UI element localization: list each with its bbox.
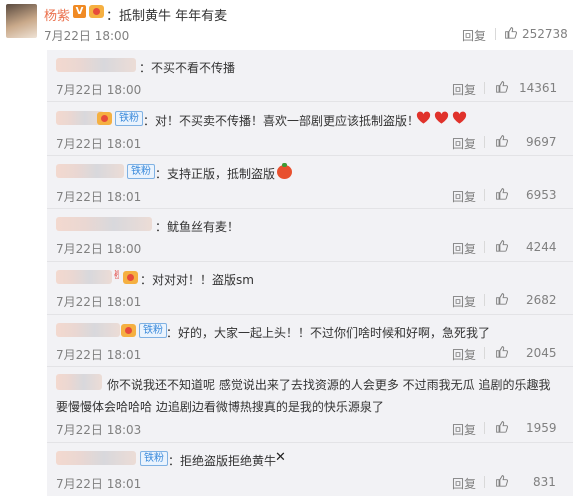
red-heart-icon bbox=[416, 111, 431, 124]
divider bbox=[47, 366, 573, 367]
fan-badge: 铁粉 bbox=[139, 323, 167, 338]
thumbs-up-icon[interactable] bbox=[495, 134, 508, 147]
reply-text: ：对！不买卖不传播！喜欢一部剧更应该抵制盗版！ bbox=[143, 114, 420, 128]
like-count: 9697 bbox=[526, 135, 557, 149]
wave-icon: ✌ bbox=[112, 268, 123, 282]
thumbs-up-icon[interactable] bbox=[495, 239, 508, 252]
divider bbox=[484, 136, 485, 148]
reply-button[interactable]: 回复 bbox=[452, 421, 476, 438]
tomato-icon bbox=[277, 163, 292, 179]
avatar[interactable] bbox=[6, 4, 37, 38]
level-icon bbox=[97, 112, 112, 125]
like-count: 4244 bbox=[526, 240, 557, 254]
reply-date: 7月22日 18:00 bbox=[56, 83, 142, 97]
reply-button[interactable]: 回复 bbox=[452, 240, 476, 257]
like-count: 2045 bbox=[526, 346, 557, 360]
reply-text-line2: 要慢慢体会哈哈哈 边追剧边看微博热搜真的是我的快乐源泉了 bbox=[56, 400, 384, 414]
divider bbox=[484, 82, 485, 94]
reply-text: ：鱿鱼丝有麦！ bbox=[155, 220, 240, 234]
divider bbox=[484, 294, 485, 306]
masked-username[interactable] bbox=[56, 58, 136, 72]
level-icon bbox=[121, 324, 136, 337]
fan-badge: 铁粉 bbox=[127, 164, 155, 179]
fan-badge: 铁粉 bbox=[140, 451, 168, 466]
reply-button[interactable]: 回复 bbox=[452, 135, 476, 152]
comment-text: ：抵制黄牛 年年有麦 bbox=[106, 9, 228, 24]
divider bbox=[484, 476, 485, 488]
thumbs-up-icon[interactable] bbox=[495, 474, 508, 487]
reply-text: ：对对对！！盗版sm bbox=[140, 273, 254, 287]
reply-date: 7月22日 18:00 bbox=[56, 242, 142, 256]
like-count: 831 bbox=[533, 475, 556, 489]
masked-username[interactable] bbox=[56, 217, 152, 231]
reply-date: 7月22日 18:01 bbox=[56, 137, 142, 151]
comment-date: 7月22日 18:00 bbox=[44, 29, 130, 43]
reply-button[interactable]: 回复 bbox=[462, 27, 486, 44]
divider bbox=[47, 261, 573, 262]
thumbs-up-icon[interactable] bbox=[495, 420, 508, 433]
level-icon bbox=[123, 271, 138, 284]
red-heart-icon bbox=[434, 111, 449, 124]
divider bbox=[47, 314, 573, 315]
level-icon bbox=[89, 5, 104, 18]
reply-text: ：不买不看不传播 bbox=[139, 61, 236, 75]
reply-text: ：好的，大家一起上头！！不过你们啥时候和好啊，急死我了 bbox=[166, 326, 491, 340]
reply-button[interactable]: 回复 bbox=[452, 346, 476, 363]
reply-button[interactable]: 回复 bbox=[452, 293, 476, 310]
masked-username[interactable] bbox=[56, 451, 136, 465]
fan-badge: 铁粉 bbox=[115, 111, 143, 126]
reply-text: ：拒绝盗版拒绝黄牛 bbox=[168, 454, 277, 468]
cross-mark-icon: ✕ bbox=[275, 450, 286, 465]
reply-date: 7月22日 18:01 bbox=[56, 190, 142, 204]
reply-button[interactable]: 回复 bbox=[452, 81, 476, 98]
reply-text: ：支持正版，抵制盗版 bbox=[155, 167, 276, 181]
author-name[interactable]: 杨紫 bbox=[44, 5, 70, 24]
divider bbox=[484, 189, 485, 201]
divider bbox=[484, 241, 485, 253]
divider bbox=[495, 28, 496, 40]
verified-icon: V bbox=[73, 5, 86, 18]
masked-username[interactable] bbox=[56, 323, 120, 337]
thumbs-up-icon[interactable] bbox=[504, 26, 517, 39]
reply-button[interactable]: 回复 bbox=[452, 475, 476, 492]
reply-date: 7月22日 18:01 bbox=[56, 477, 142, 491]
reply-date: 7月22日 18:03 bbox=[56, 423, 142, 437]
reply-date: 7月22日 18:01 bbox=[56, 348, 142, 362]
red-heart-icon bbox=[452, 111, 467, 124]
masked-username[interactable] bbox=[56, 374, 102, 390]
thumbs-up-icon[interactable] bbox=[495, 187, 508, 200]
divider bbox=[484, 422, 485, 434]
like-count: 6953 bbox=[526, 188, 557, 202]
thumbs-up-icon[interactable] bbox=[495, 292, 508, 305]
divider bbox=[47, 155, 573, 156]
masked-username[interactable] bbox=[56, 164, 124, 178]
like-count: 14361 bbox=[519, 81, 558, 95]
like-count: 1959 bbox=[526, 421, 557, 435]
reply-text-line1: 你不说我还不知道呢 感觉说出来了去找资源的人会更多 不过雨我无瓜 追剧的乐趣我 bbox=[107, 378, 551, 392]
thumbs-up-icon[interactable] bbox=[495, 345, 508, 358]
like-count: 2682 bbox=[526, 293, 557, 307]
reply-date: 7月22日 18:01 bbox=[56, 295, 142, 309]
divider bbox=[47, 208, 573, 209]
masked-username[interactable] bbox=[56, 270, 112, 284]
like-count: 252738 bbox=[522, 27, 568, 41]
divider bbox=[47, 101, 573, 102]
divider bbox=[47, 442, 573, 443]
divider bbox=[484, 347, 485, 359]
reply-button[interactable]: 回复 bbox=[452, 188, 476, 205]
top-comment: 杨紫 V ：抵制黄牛 年年有麦 7月22日 18:00 回复 252738 bbox=[0, 0, 573, 48]
thumbs-up-icon[interactable] bbox=[495, 80, 508, 93]
